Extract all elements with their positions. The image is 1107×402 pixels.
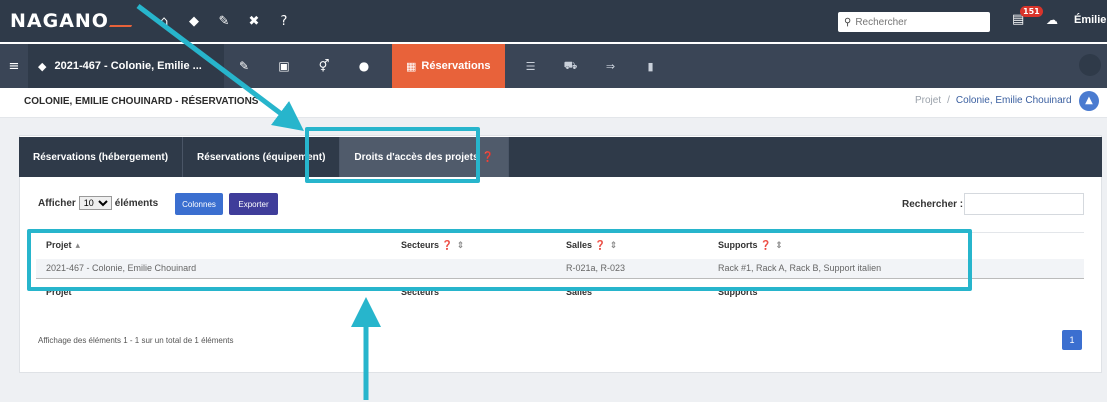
table-footer-row: Projet Secteurs Salles Supports — [36, 278, 1084, 305]
chat-icon[interactable]: ☁ — [1046, 13, 1058, 27]
flashlight-icon[interactable]: ✎ — [209, 14, 239, 29]
logo-mark — [109, 19, 135, 27]
help-icon[interactable]: ? — [269, 14, 299, 29]
show-prefix: Afficher — [38, 197, 76, 209]
project-selector-label: 2021-467 - Colonie, Emilie ... — [54, 60, 202, 72]
breadcrumb-root[interactable]: Projet — [915, 95, 941, 106]
table-row[interactable]: 2021-467 - Colonie, Emilie Chouinard R-0… — [36, 258, 1084, 279]
menu-icon[interactable]: ≡ — [0, 59, 28, 74]
question-circle-icon: ❓ — [760, 241, 772, 252]
notifications-button[interactable]: ▤ 151 — [1012, 6, 1043, 27]
breadcrumb: Projet / Colonie, Emilie Chouinard — [915, 95, 1072, 106]
list-icon[interactable]: ☰ — [511, 60, 551, 73]
cart-icon[interactable]: ⛟ — [551, 59, 591, 74]
cell-secteurs — [391, 259, 556, 279]
column-header-supports[interactable]: Supports ❓ ⇕ — [708, 232, 1084, 259]
project-selector[interactable]: ◆ 2021-467 - Colonie, Emilie ... — [28, 44, 224, 88]
column-header-label: Projet — [46, 240, 72, 251]
page-length-select[interactable]: 10 — [78, 196, 112, 210]
notifications-badge: 151 — [1020, 6, 1043, 17]
user-menu[interactable]: Émilie — [1074, 14, 1106, 26]
project-nav-icons: ✎ ▣ ⚥ ● — [224, 44, 384, 88]
sort-asc-icon: ▴ — [75, 241, 81, 252]
tab-hebergement[interactable]: Réservations (hébergement) — [19, 137, 184, 177]
search-icon: ⚲ — [844, 16, 852, 28]
column-header-projet[interactable]: Projet ▴ — [36, 232, 391, 259]
tab-label: Droits d'accès des projets — [354, 151, 479, 163]
show-suffix: éléments — [114, 197, 159, 209]
calculator-icon[interactable]: ▣ — [264, 59, 304, 73]
question-circle-icon: ❓ — [594, 241, 606, 252]
tab-label: Réservations (équipement) — [197, 151, 326, 163]
reservations-tabs: Réservations (hébergement) Réservations … — [19, 137, 1102, 177]
app-logo[interactable]: NAGANO — [10, 10, 135, 32]
settings-circle-button[interactable] — [1079, 54, 1101, 76]
global-search-input[interactable] — [855, 16, 976, 28]
layers-icon[interactable]: ◆ — [179, 14, 209, 29]
access-rights-table: Projet ▴ Secteurs ❓ ⇕ Salles ❓ ⇕ Supports ❓… — [36, 232, 1084, 305]
column-header-label: Supports — [718, 240, 758, 251]
table-search-input[interactable] — [964, 193, 1084, 215]
tab-droits-acces[interactable]: Droits d'accès des projets ❓ — [340, 137, 509, 177]
reservations-nav-label: Réservations — [421, 60, 491, 72]
page-title: COLONIE, EMILIE CHOUINARD - RÉSERVATIONS — [24, 96, 259, 107]
column-header-label: Secteurs — [401, 240, 440, 251]
column-header-label: Salles — [566, 240, 593, 251]
project-navbar: ≡ ◆ 2021-467 - Colonie, Emilie ... ✎ ▣ ⚥… — [0, 44, 1107, 88]
footer-secteurs: Secteurs — [391, 278, 556, 305]
export-button[interactable]: Exporter — [229, 193, 278, 215]
layers-icon: ◆ — [38, 59, 47, 73]
column-header-secteurs[interactable]: Secteurs ❓ ⇕ — [391, 232, 556, 259]
cell-salles: R-021a, R-023 — [566, 263, 626, 274]
gender-icon[interactable]: ⚥ — [304, 59, 344, 73]
breadcrumb-separator: / — [947, 95, 950, 106]
flashlight-icon[interactable]: ✎ — [224, 59, 264, 73]
breadcrumb-current[interactable]: Colonie, Emilie Chouinard — [956, 95, 1072, 106]
home-icon[interactable]: ⌂ — [149, 14, 179, 29]
tab-label: Réservations (hébergement) — [33, 151, 169, 163]
sort-icon: ⇕ — [456, 241, 465, 252]
columns-button[interactable]: Colonnes — [175, 193, 223, 215]
column-header-salles[interactable]: Salles ❓ ⇕ — [556, 232, 708, 259]
table-header-row: Projet ▴ Secteurs ❓ ⇕ Salles ❓ ⇕ Supports ❓… — [36, 232, 1084, 259]
footer-projet: Projet — [36, 278, 391, 305]
global-search[interactable]: ⚲ — [838, 12, 990, 32]
reservations-nav-tab[interactable]: ▦ Réservations — [392, 44, 505, 88]
tools-icon[interactable]: ✖ — [239, 14, 269, 29]
money-icon[interactable]: ▮ — [631, 60, 671, 73]
screen: NAGANO ⌂ ◆ ✎ ✖ ? ⚲ ▤ 151 ☁ Émilie ≡ ◆ 20… — [0, 0, 1107, 402]
scroll-up-button[interactable]: ▲ — [1079, 91, 1099, 111]
footer-salles: Salles — [556, 278, 708, 305]
project-nav-icons-2: ☰ ⛟ ⇒ ▮ — [511, 44, 671, 88]
page-1-button[interactable]: 1 — [1062, 330, 1082, 350]
app-logo-text: NAGANO — [10, 10, 109, 32]
table-search-label: Rechercher : — [902, 199, 964, 210]
exit-icon[interactable]: ⇒ — [591, 60, 631, 73]
map-marker-icon[interactable]: ● — [344, 59, 384, 73]
tab-equipement[interactable]: Réservations (équipement) — [183, 137, 341, 177]
cell-projet: 2021-467 - Colonie, Emilie Chouinard — [46, 263, 197, 274]
sort-icon: ⇕ — [775, 241, 783, 252]
question-circle-icon: ❓ — [441, 241, 453, 252]
pagination-info: Affichage des éléments 1 - 1 sur un tota… — [38, 336, 234, 345]
calendar-icon: ▦ — [406, 59, 417, 73]
question-circle-icon: ❓ — [481, 151, 494, 163]
sort-icon: ⇕ — [609, 241, 618, 252]
cell-supports: Rack #1, Rack A, Rack B, Support italien — [718, 263, 882, 274]
page-length-control: Afficher 10 éléments — [38, 196, 158, 210]
top-nav-icons: ⌂ ◆ ✎ ✖ ? — [149, 14, 299, 29]
footer-supports: Supports — [708, 278, 1084, 305]
